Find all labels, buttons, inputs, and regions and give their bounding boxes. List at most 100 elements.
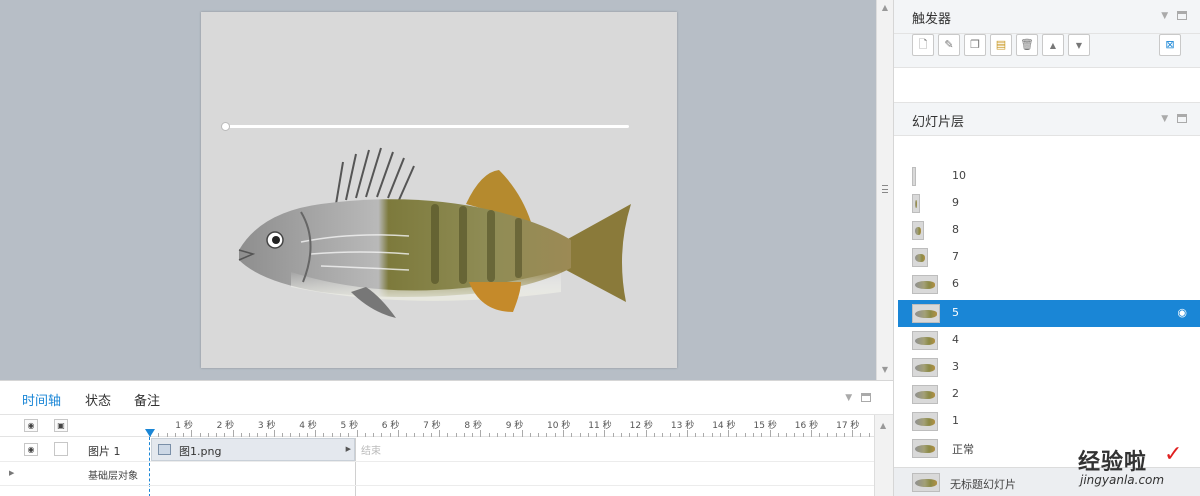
paste-trigger-button[interactable]: ▤ <box>990 34 1012 56</box>
scroll-up-icon[interactable]: ▲ <box>877 0 893 16</box>
layer-item[interactable]: 1 <box>898 408 1200 435</box>
ruler-tick <box>472 433 474 437</box>
layer-thumbnail <box>912 248 928 267</box>
ruler-tick <box>769 430 771 437</box>
chevron-down-icon[interactable]: ▼ <box>845 393 852 403</box>
triggers-list[interactable] <box>894 68 1200 102</box>
timeline-row-base-layer[interactable]: ▶ 基础层对象 <box>0 462 874 486</box>
playhead-icon[interactable] <box>145 429 155 437</box>
right-side-panels: 触发器 ▼ 🗋 ✎ ❐ ▤ 🗑 ▲ ▼ ⊠ 幻灯片层 ▼ 10 9 8 7 6 … <box>893 0 1200 496</box>
scroll-up-icon[interactable]: ▲ <box>880 421 886 430</box>
eye-icon[interactable]: ◉ <box>1177 306 1187 319</box>
variables-icon: ⊠ <box>1165 38 1175 51</box>
eye-icon[interactable]: ◉ <box>24 443 38 456</box>
ruler-tick <box>596 433 598 437</box>
timeline-tabs: 时间轴 状态 备注 ▼ <box>0 381 893 415</box>
layer-item[interactable]: 7 <box>898 244 1200 271</box>
move-up-button[interactable]: ▲ <box>1042 34 1064 56</box>
triggers-panel-controls: ▼ <box>1155 11 1187 21</box>
move-up-icon: ▲ <box>1049 41 1057 50</box>
ruler-tick <box>158 433 160 437</box>
layer-item[interactable]: 10 <box>898 163 1200 190</box>
ruler-tick <box>224 433 226 437</box>
timeline-vertical-scrollbar[interactable]: ▲ <box>874 415 893 496</box>
ruler-tick <box>703 433 705 437</box>
ruler-tick <box>174 433 176 437</box>
tab-states[interactable]: 状态 <box>85 390 111 409</box>
layer-thumbnail <box>912 412 938 431</box>
tab-timeline[interactable]: 时间轴 <box>22 390 61 409</box>
timeline-row-picture[interactable]: ◉ 图片 1 图1.png ▶ 结束 <box>0 438 874 462</box>
eye-icon[interactable]: ◉ <box>24 419 38 432</box>
ruler-tick <box>331 433 333 437</box>
ruler-tick <box>207 433 209 437</box>
scrollbar-grip-icon[interactable] <box>882 185 888 193</box>
expand-icon[interactable]: ▶ <box>9 469 14 477</box>
chevron-down-icon[interactable]: ▼ <box>1161 11 1168 21</box>
ruler-tick <box>686 430 688 437</box>
lock-icon[interactable]: ▣ <box>54 419 68 432</box>
ruler-tick <box>422 433 424 437</box>
scroll-down-icon[interactable]: ▼ <box>877 362 893 378</box>
pin-icon[interactable] <box>1177 11 1187 20</box>
layer-item[interactable]: 6 <box>898 271 1200 298</box>
ruler-tick <box>389 433 391 437</box>
layer-item[interactable]: 3 <box>898 354 1200 381</box>
new-trigger-icon: 🗋 <box>918 38 928 51</box>
ruler-tick <box>298 433 300 437</box>
ruler-label: 16 秒 <box>794 421 819 431</box>
lock-toggle[interactable] <box>54 442 68 456</box>
ruler-tick <box>587 433 589 437</box>
ruler-tick <box>761 433 763 437</box>
ruler-tick <box>191 430 193 437</box>
move-down-button[interactable]: ▼ <box>1068 34 1090 56</box>
ruler-tick <box>752 433 754 437</box>
ruler-tick <box>216 433 218 437</box>
ruler-tick <box>653 433 655 437</box>
chevron-right-icon[interactable]: ▶ <box>346 445 351 453</box>
checkmark-icon: ✓ <box>1164 442 1183 467</box>
variables-button[interactable]: ⊠ <box>1159 34 1181 56</box>
delete-trigger-button[interactable]: 🗑 <box>1016 34 1038 56</box>
layer-item[interactable]: 4 <box>898 327 1200 354</box>
tab-notes[interactable]: 备注 <box>134 390 160 409</box>
chevron-down-icon[interactable]: ▼ <box>1161 114 1168 124</box>
ruler-tick <box>290 433 292 437</box>
clip-end-label: 结束 <box>361 446 381 457</box>
pin-icon[interactable] <box>861 393 871 402</box>
layer-item[interactable]: 9 <box>898 190 1200 217</box>
new-trigger-button[interactable]: 🗋 <box>912 34 934 56</box>
ruler-tick <box>397 430 399 437</box>
fish-picture[interactable] <box>231 142 631 326</box>
ruler-tick <box>777 433 779 437</box>
layer-item[interactable]: 8 <box>898 217 1200 244</box>
canvas-vertical-scrollbar[interactable]: ▲ ▼ <box>876 0 893 380</box>
timeline-panel-controls: ▼ <box>839 393 871 403</box>
ruler-tick <box>670 433 672 437</box>
ruler-tick <box>711 433 713 437</box>
slide-canvas-area[interactable] <box>0 0 876 380</box>
ruler-tick <box>554 433 556 437</box>
line-endpoint-handle[interactable] <box>221 122 230 131</box>
ruler-tick <box>505 433 507 437</box>
slide-line-shape[interactable] <box>225 125 629 128</box>
slide-stage[interactable] <box>201 12 677 368</box>
ruler-tick <box>166 433 168 437</box>
pin-icon[interactable] <box>1177 114 1187 123</box>
ruler-tick <box>868 433 870 437</box>
timeline-clip[interactable]: 图1.png ▶ <box>151 438 355 461</box>
ruler-tick <box>199 433 201 437</box>
watermark-url: jingyanla.com <box>1080 473 1165 487</box>
ruler-label: 7 秒 <box>423 421 441 431</box>
layer-item[interactable]: 2 <box>898 381 1200 408</box>
ruler-tick <box>364 433 366 437</box>
layer-item-selected[interactable]: 5 ◉ <box>898 300 1200 327</box>
edit-icon: ✎ <box>944 38 954 51</box>
copy-trigger-button[interactable]: ❐ <box>964 34 986 56</box>
ruler-tick <box>373 433 375 437</box>
base-layer-label: 无标题幻灯片 <box>950 478 1016 491</box>
time-ruler[interactable]: 1 秒 2 秒 3 秒 4 秒 5 秒 6 秒 7 秒 8 秒 9 秒 10 秒 11 秒 12 秒 1… <box>150 415 874 437</box>
edit-trigger-button[interactable]: ✎ <box>938 34 960 56</box>
ruler-tick <box>579 433 581 437</box>
ruler-tick <box>612 433 614 437</box>
